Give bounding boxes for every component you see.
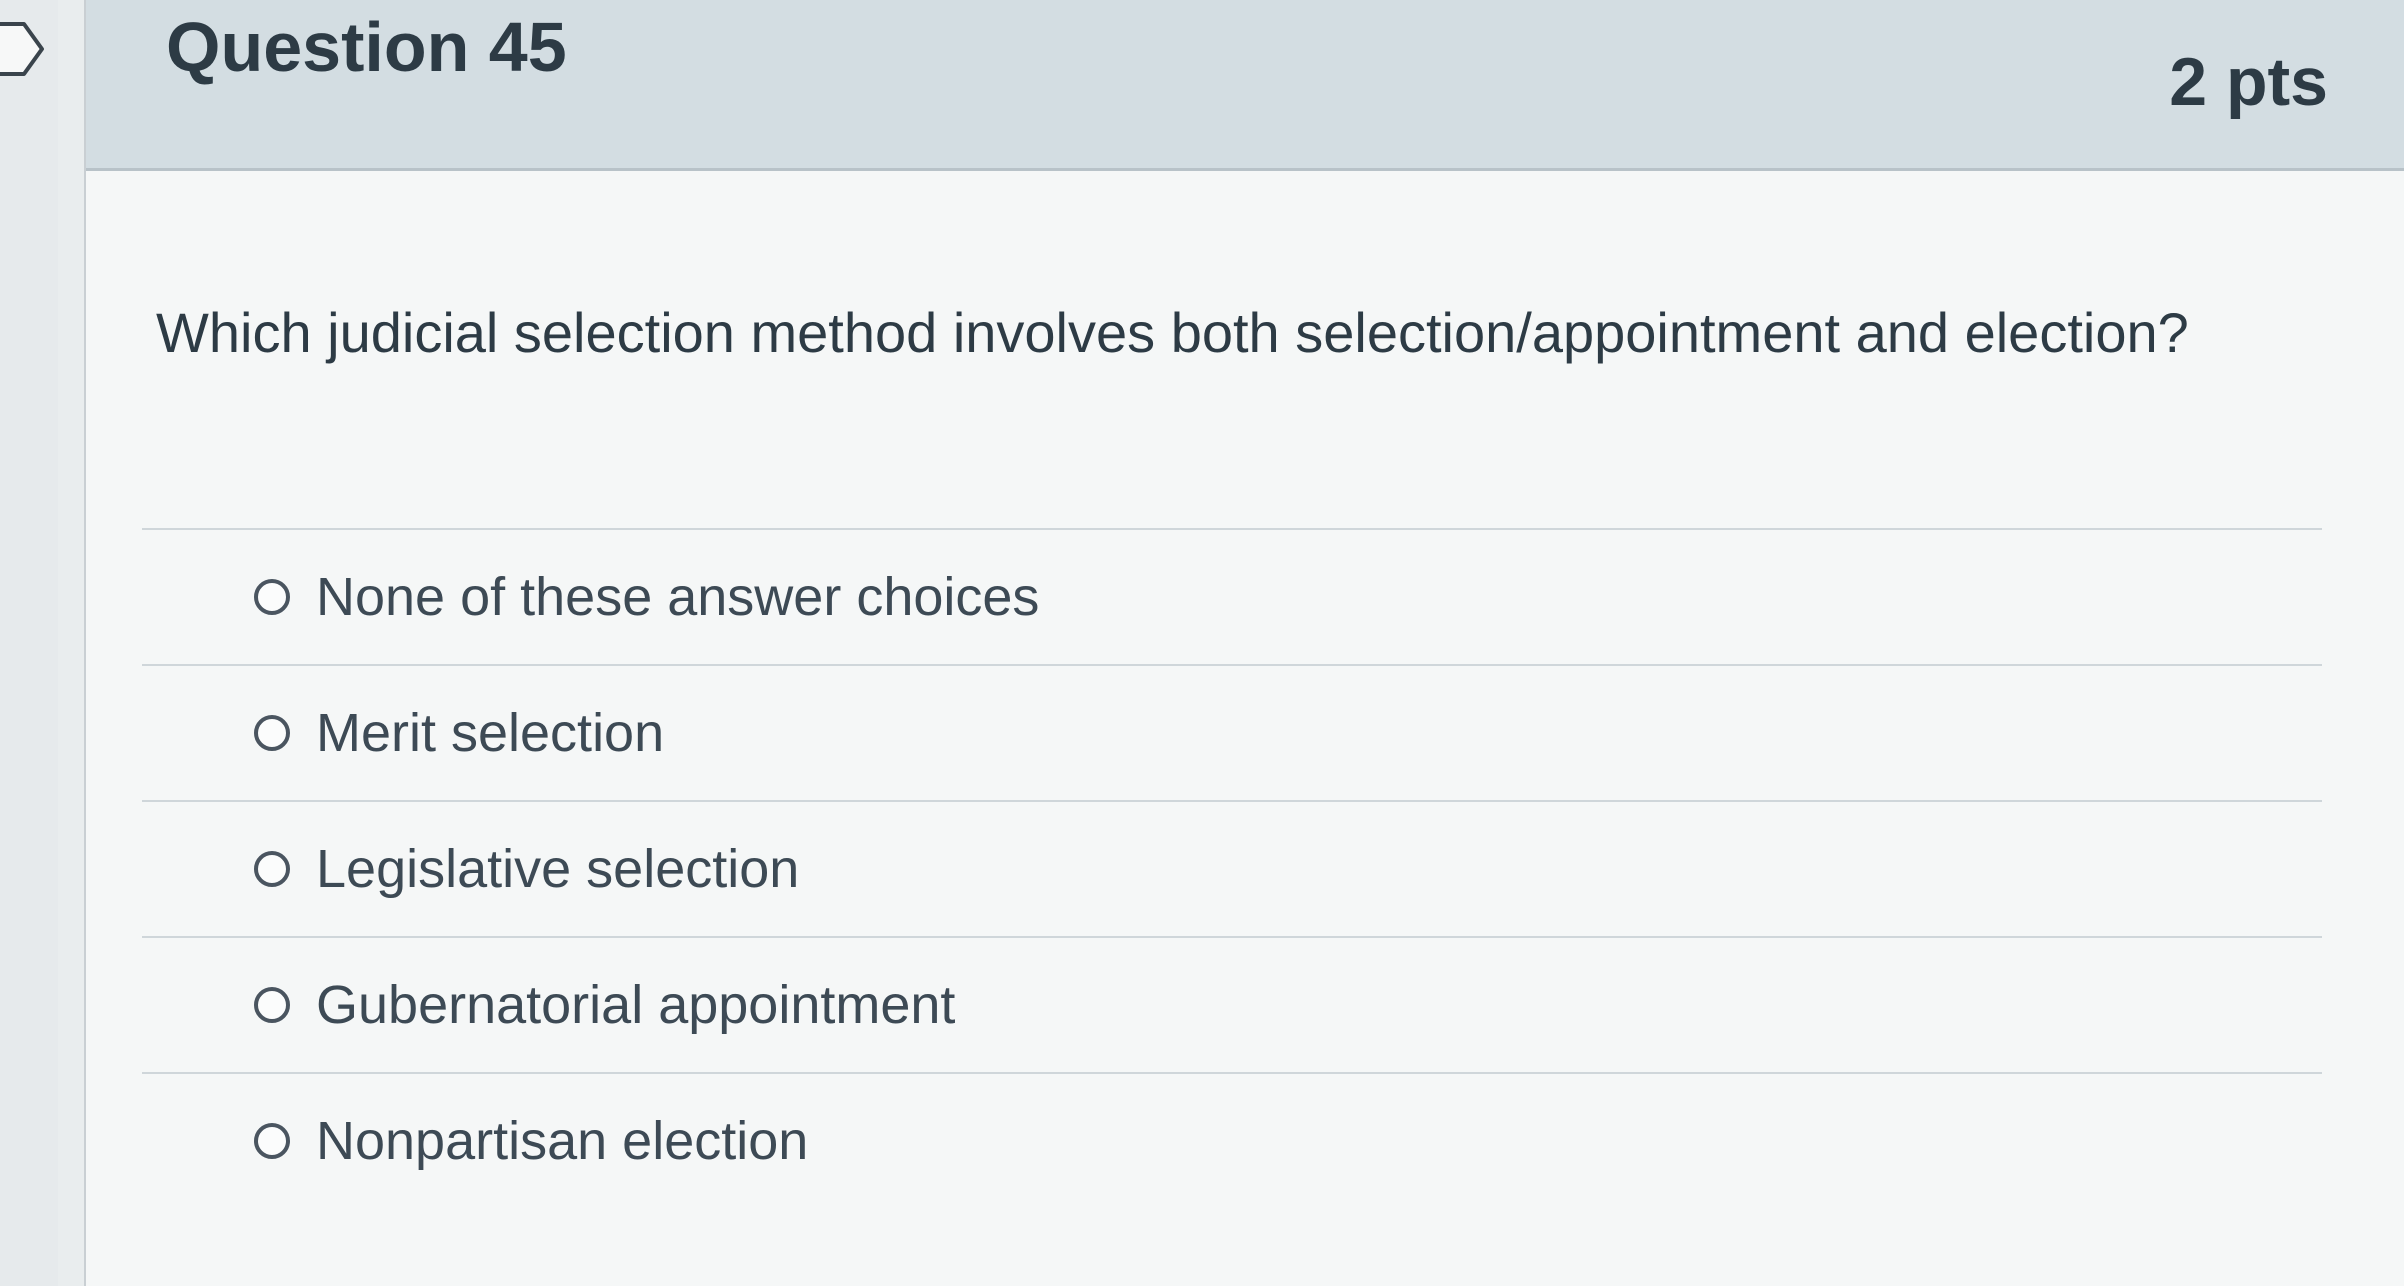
radio-icon[interactable]	[254, 987, 290, 1023]
flag-icon[interactable]	[0, 18, 48, 80]
answer-label: Gubernatorial appointment	[316, 975, 956, 1035]
answer-label: Nonpartisan election	[316, 1111, 809, 1171]
question-text: Which judicial selection method involves…	[156, 301, 2189, 364]
question-header: Question 45 2 pts	[86, 0, 2404, 171]
question-title: Question 45	[166, 8, 567, 86]
answer-label: Legislative selection	[316, 839, 800, 899]
points-label: 2 pts	[2169, 44, 2328, 120]
answer-option[interactable]: Nonpartisan election	[142, 1074, 2322, 1208]
radio-icon[interactable]	[254, 1123, 290, 1159]
radio-icon[interactable]	[254, 851, 290, 887]
left-rail	[0, 0, 58, 1286]
answer-option[interactable]: Legislative selection	[142, 802, 2322, 936]
answer-list: None of these answer choices Merit selec…	[142, 528, 2322, 1208]
radio-icon[interactable]	[254, 715, 290, 751]
answer-option[interactable]: None of these answer choices	[142, 530, 2322, 664]
answer-label: Merit selection	[316, 703, 665, 763]
answer-option[interactable]: Gubernatorial appointment	[142, 938, 2322, 1072]
answer-label: None of these answer choices	[316, 567, 1040, 627]
radio-icon[interactable]	[254, 579, 290, 615]
answer-option[interactable]: Merit selection	[142, 666, 2322, 800]
question-card: Question 45 2 pts Which judicial selecti…	[84, 0, 2404, 1286]
